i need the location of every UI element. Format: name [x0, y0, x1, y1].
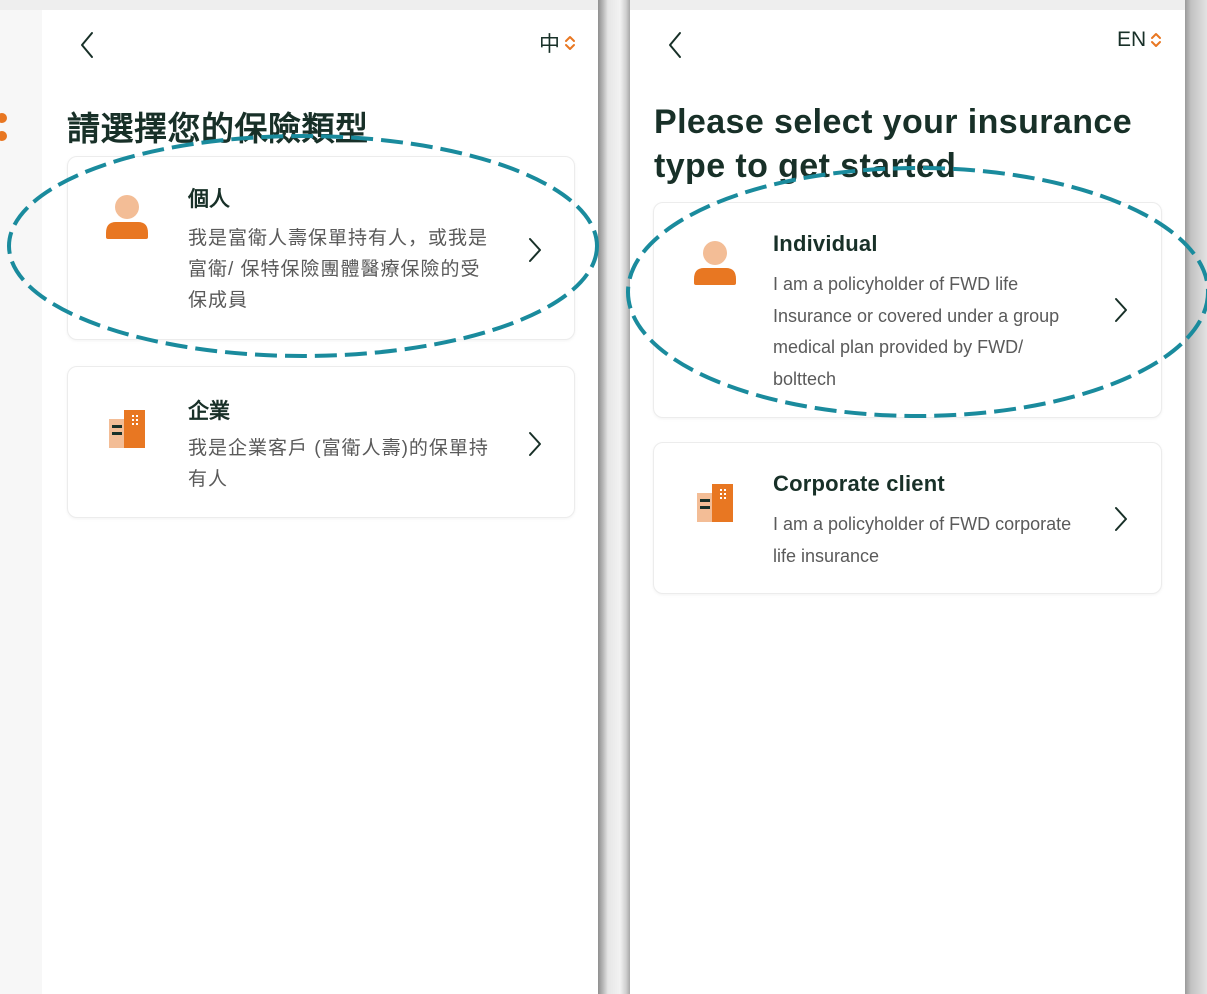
highlight-ellipse-chinese [7, 134, 599, 358]
highlight-ellipse-english [626, 166, 1207, 418]
highlight-annotations [7, 134, 1207, 418]
